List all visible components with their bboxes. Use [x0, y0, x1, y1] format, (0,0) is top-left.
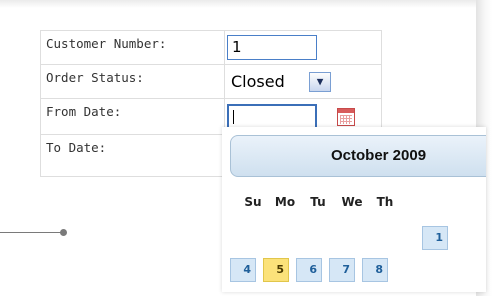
weekday-header: Th	[376, 195, 394, 209]
calendar-day[interactable]: 6	[296, 258, 322, 282]
weekday-header: Mo	[274, 195, 296, 209]
order-status-select[interactable]: Closed ▼	[227, 70, 331, 94]
calendar-day-today[interactable]: 5	[263, 258, 289, 282]
date-picker-popup: October 2009 Su Mo Tu We Th 1 4 5 6 7 8	[222, 127, 486, 292]
weekday-header: Su	[244, 195, 262, 209]
callout-line	[0, 232, 62, 233]
order-status-label: Order Status:	[40, 64, 225, 99]
customer-number-label: Customer Number:	[40, 30, 225, 65]
weekday-header: Tu	[310, 195, 326, 209]
order-status-row: Order Status: Closed ▼	[40, 64, 382, 99]
calendar-day[interactable]: 4	[230, 258, 256, 282]
calendar-month-title: October 2009	[331, 147, 427, 164]
calendar-icon[interactable]	[336, 107, 355, 126]
customer-number-cell: 1	[224, 30, 382, 65]
from-date-input[interactable]	[227, 103, 317, 130]
order-status-value: Closed	[231, 72, 285, 91]
from-date-label: From Date:	[40, 98, 225, 135]
to-date-label: To Date:	[40, 134, 225, 177]
chevron-down-icon[interactable]: ▼	[309, 71, 331, 92]
calendar-header: October 2009	[230, 135, 486, 177]
calendar-day[interactable]: 1	[422, 226, 448, 250]
text-caret	[233, 109, 234, 124]
calendar-day[interactable]: 7	[329, 258, 355, 282]
weekday-header: We	[341, 195, 363, 209]
calendar-day[interactable]: 8	[362, 258, 388, 282]
top-shadow	[0, 0, 480, 8]
customer-number-row: Customer Number: 1	[40, 30, 382, 65]
order-status-cell: Closed ▼	[224, 64, 382, 99]
callout-dot	[60, 229, 67, 236]
customer-number-input[interactable]: 1	[227, 35, 317, 60]
